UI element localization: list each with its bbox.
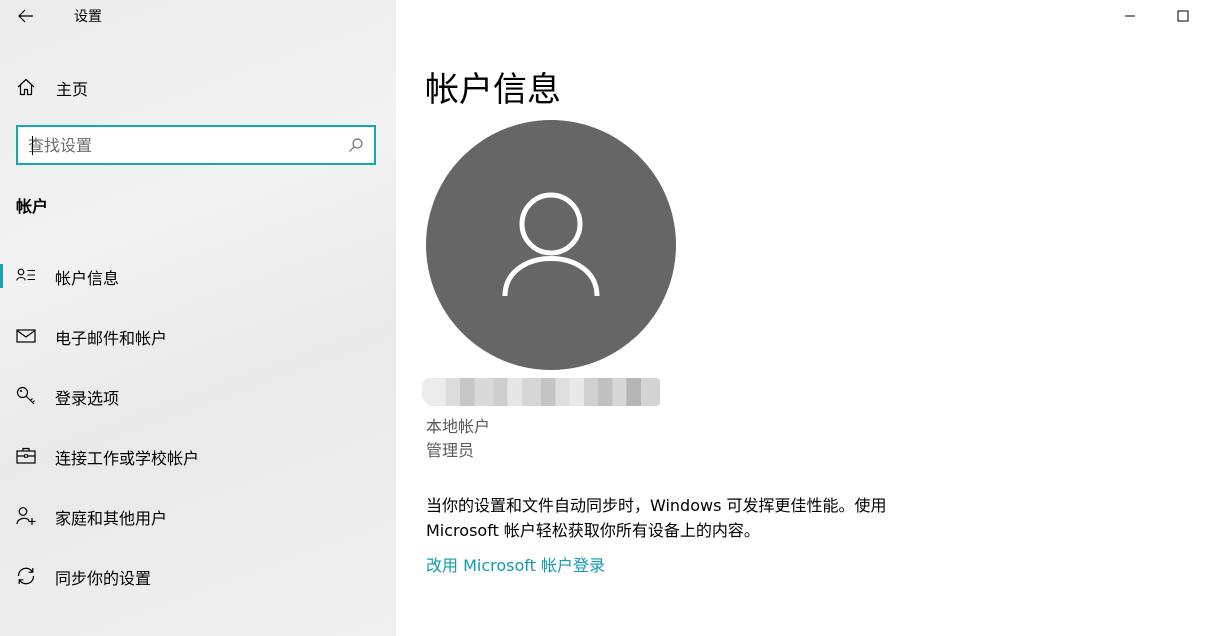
page-title: 帐户信息	[425, 70, 561, 110]
maximize-icon	[1177, 10, 1189, 22]
user-icon	[502, 192, 600, 297]
section-title: 帐户	[16, 197, 49, 216]
account-info-icon	[16, 268, 35, 281]
sidebar-item-work-school[interactable]: 连接工作或学校帐户	[0, 426, 396, 486]
text-caret	[32, 136, 33, 155]
sidebar-item-home[interactable]: 主页	[0, 66, 396, 108]
sidebar-item-label: 帐户信息	[55, 269, 120, 288]
sidebar-item-label: 登录选项	[55, 389, 120, 408]
add-user-icon	[16, 507, 36, 525]
sync-icon	[17, 567, 35, 585]
sidebar-item-label: 电子邮件和帐户	[55, 329, 168, 348]
window-controls	[1107, 0, 1213, 32]
maximize-button[interactable]	[1153, 0, 1213, 32]
minimize-icon	[1125, 15, 1135, 17]
sidebar-item-label: 连接工作或学校帐户	[55, 449, 200, 468]
description-line: 当你的设置和文件自动同步时，Windows 可发挥更佳性能。使用	[426, 496, 887, 515]
sidebar-item-sign-in-options[interactable]: 登录选项	[0, 366, 396, 426]
title-bar: 设置	[0, 0, 396, 32]
sidebar-item-label: 同步你的设置	[55, 569, 152, 588]
mail-icon	[16, 329, 36, 343]
account-role-label: 管理员	[426, 441, 475, 460]
minimize-button[interactable]	[1107, 0, 1153, 32]
sidebar-item-email-accounts[interactable]: 电子邮件和帐户	[0, 306, 396, 366]
sidebar-item-account-info[interactable]: 帐户信息	[0, 246, 396, 306]
sidebar-item-label: 主页	[56, 80, 89, 99]
account-type-label: 本地帐户	[426, 417, 491, 436]
sync-description: 当你的设置和文件自动同步时，Windows 可发挥更佳性能。使用 Microso…	[426, 493, 946, 543]
description-line: Microsoft 帐户轻松获取你所有设备上的内容。	[426, 521, 760, 540]
nav-list: 帐户信息 电子邮件和帐户 登录选项 连接工作或学校帐户 家庭和其他用户 同步你的…	[0, 246, 396, 606]
sidebar-item-family-users[interactable]: 家庭和其他用户	[0, 486, 396, 546]
search-input[interactable]	[28, 133, 328, 157]
app-title: 设置	[74, 9, 102, 25]
home-icon	[17, 78, 35, 96]
search-icon[interactable]	[348, 137, 364, 153]
briefcase-icon	[16, 447, 36, 464]
sidebar: 设置 主页 帐户 帐户信息 电子邮件和帐户	[0, 0, 396, 636]
key-icon	[16, 386, 35, 405]
sidebar-item-sync-settings[interactable]: 同步你的设置	[0, 546, 396, 606]
back-button[interactable]	[8, 2, 44, 30]
sidebar-item-label: 家庭和其他用户	[55, 509, 168, 528]
microsoft-account-signin-link[interactable]: 改用 Microsoft 帐户登录	[426, 552, 605, 576]
search-box[interactable]	[16, 125, 376, 165]
avatar	[426, 120, 676, 370]
back-arrow-icon	[18, 9, 33, 23]
user-name-redacted	[422, 378, 660, 406]
